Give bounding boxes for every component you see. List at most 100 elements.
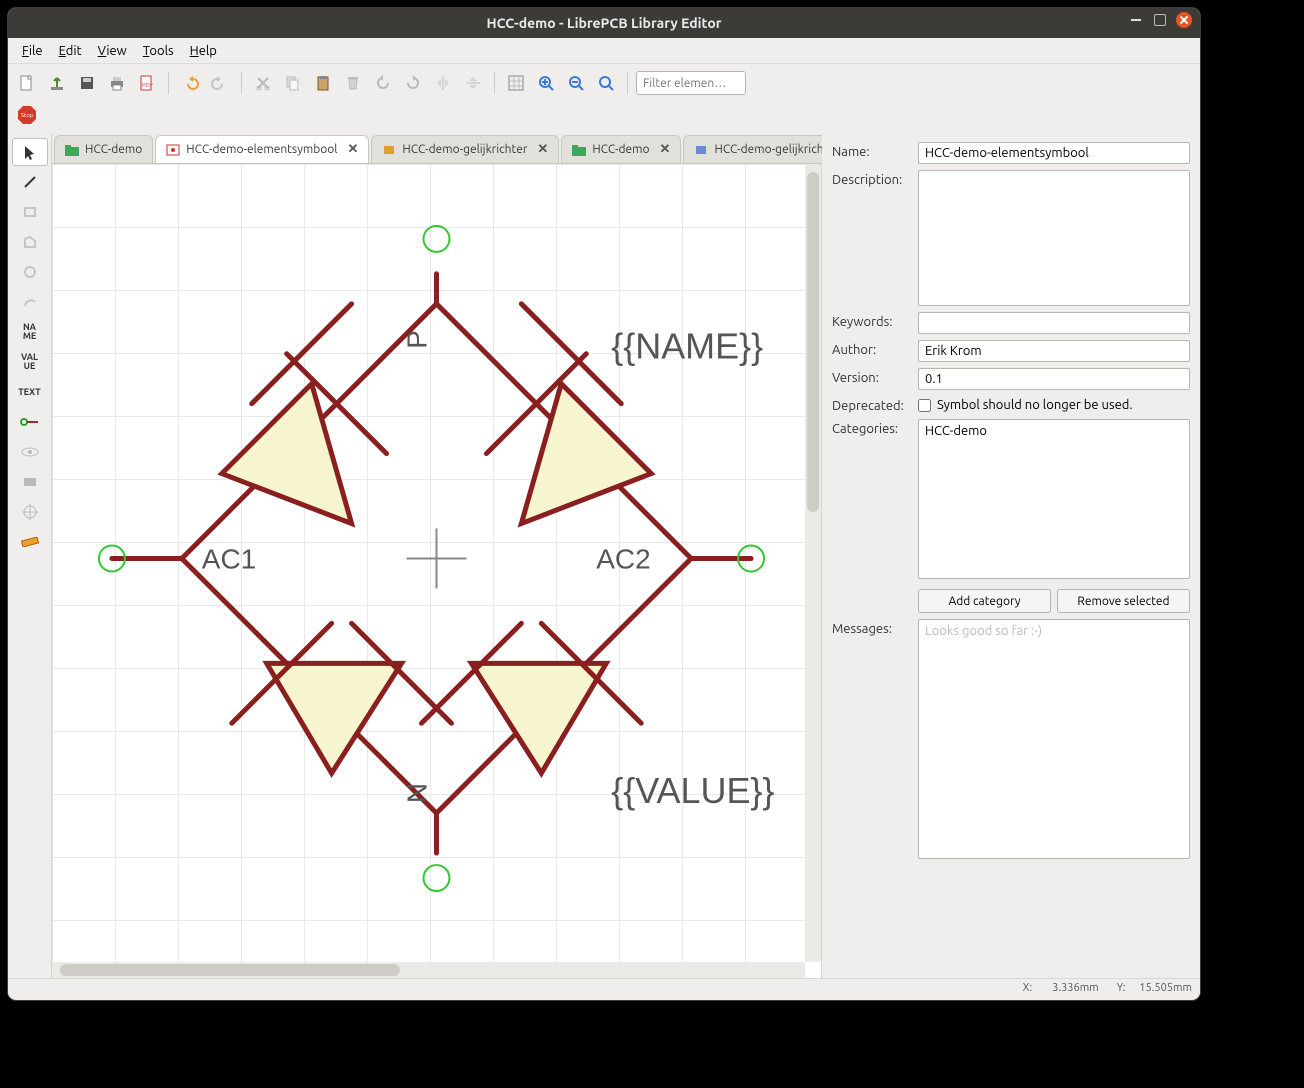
rect-tool[interactable] [12,198,48,226]
tab-gelijkrichter-2[interactable]: HCC-demo-gelijkrichter ✕ [683,135,822,163]
measure-tool[interactable] [12,528,48,556]
stop-toolbar: Stop [8,102,1200,134]
statusbar: X: 3.336mm Y: 15.505mm [8,978,1200,996]
symbol-icon [166,143,180,157]
close-tab-icon[interactable]: ✕ [343,142,358,157]
schematic-canvas[interactable]: AC1 AC2 P N {{NAME}} {{VALUE}} [52,164,805,962]
scroll-thumb[interactable] [60,964,400,976]
horizontal-scrollbar[interactable] [52,962,805,978]
tab-gelijkrichter-1[interactable]: HCC-demo-gelijkrichter ✕ [371,135,559,163]
tab-hcc-demo-2[interactable]: HCC-demo ✕ [561,135,681,163]
left-toolbox: NA ME VAL UE TEXT [8,134,52,978]
category-item[interactable]: HCC-demo [925,424,1183,438]
component-icon [382,143,396,157]
tab-hcc-demo-1[interactable]: HCC-demo [54,135,153,163]
menu-view[interactable]: View [90,41,135,61]
messages-box: Looks good so far :-) [918,619,1190,859]
label-ac1: AC1 [202,543,256,574]
add-category-button[interactable]: Add category [918,589,1051,613]
menu-file[interactable]: File [14,41,51,61]
remove-selected-button[interactable]: Remove selected [1057,589,1190,613]
pin-n [423,865,449,891]
tab-label: HCC-demo-gelijkrichter [402,143,527,156]
tabs-bar: HCC-demo HCC-demo-elementsymbool ✕ HCC-d… [52,134,822,164]
new-icon[interactable] [14,70,40,96]
main-area: NA ME VAL UE TEXT HCC-demo HCC-demo-elem… [8,134,1200,978]
categories-list[interactable]: HCC-demo [918,419,1190,579]
diode-bottom-right [422,623,642,773]
device-icon [694,143,708,157]
scroll-thumb[interactable] [807,172,819,512]
label-ac2: AC2 [596,543,650,574]
canvas-wrap: AC1 AC2 P N {{NAME}} {{VALUE}} [52,164,822,978]
delete-icon[interactable] [340,70,366,96]
description-field[interactable] [918,170,1190,306]
vertical-scrollbar[interactable] [805,164,821,962]
mirror-v-icon[interactable] [460,70,486,96]
deprecated-label: Deprecated: [832,396,910,413]
copy-icon[interactable] [280,70,306,96]
name-text-tool[interactable]: NA ME [12,318,48,346]
menubar: File Edit View Tools Help [8,38,1200,64]
open-icon[interactable] [44,70,70,96]
zoom-out-icon[interactable] [563,70,589,96]
filter-input[interactable] [636,71,746,95]
version-field[interactable] [918,368,1190,390]
window-controls [1128,12,1192,28]
status-y: Y: 15.505mm [1117,982,1192,994]
messages-label: Messages: [832,619,910,636]
zoom-in-icon[interactable] [533,70,559,96]
description-label: Description: [832,170,910,187]
minimize-button[interactable] [1128,12,1144,28]
save-icon[interactable] [74,70,100,96]
zoom-fit-icon[interactable] [593,70,619,96]
messages-placeholder: Looks good so far :-) [925,624,1042,638]
mirror-h-icon[interactable] [430,70,456,96]
grid-icon[interactable] [503,70,529,96]
text-tool[interactable]: TEXT [12,378,48,406]
close-tab-icon[interactable]: ✕ [533,142,548,157]
menu-edit[interactable]: Edit [51,41,90,61]
version-label: Version: [832,368,910,385]
origin-cross [407,529,467,589]
stop-button[interactable]: Stop [14,102,40,128]
placeholder-name: {{NAME}} [611,326,763,367]
arc-tool[interactable] [12,288,48,316]
redo-icon[interactable] [207,70,233,96]
label-p: P [401,330,432,349]
keywords-label: Keywords: [832,312,910,329]
tab-label: HCC-demo-elementsymbool [186,143,337,156]
author-field[interactable] [918,340,1190,362]
eye-tool[interactable] [12,438,48,466]
placeholder-value: {{VALUE}} [611,770,774,811]
close-button[interactable] [1176,12,1192,28]
menu-tools[interactable]: Tools [135,41,182,61]
menu-help[interactable]: Help [182,41,225,61]
undo-icon[interactable] [177,70,203,96]
pin-tool[interactable] [12,408,48,436]
value-text-tool[interactable]: VAL UE [12,348,48,376]
export-pdf-icon[interactable]: PDF [134,70,160,96]
paste-icon[interactable] [310,70,336,96]
svg-text:Stop: Stop [21,112,34,119]
keywords-field[interactable] [918,312,1190,334]
name-field[interactable] [918,142,1190,164]
select-tool[interactable] [12,138,48,166]
titlebar: HCC-demo - LibrePCB Library Editor [8,8,1200,38]
close-tab-icon[interactable]: ✕ [656,142,671,157]
deprecated-checkbox[interactable] [918,399,931,412]
tab-elementsymbool[interactable]: HCC-demo-elementsymbool ✕ [155,135,369,163]
diode-bottom-left [232,623,452,773]
polygon-tool[interactable] [12,228,48,256]
rotate-ccw-icon[interactable] [370,70,396,96]
line-tool[interactable] [12,168,48,196]
maximize-button[interactable] [1154,14,1166,26]
print-icon[interactable] [104,70,130,96]
circle-tool[interactable] [12,258,48,286]
cut-icon[interactable] [250,70,276,96]
folder-icon [65,143,79,157]
rotate-cw-icon[interactable] [400,70,426,96]
app-window: HCC-demo - LibrePCB Library Editor File … [8,8,1200,1000]
fill-tool[interactable] [12,468,48,496]
crosshair-tool[interactable] [12,498,48,526]
